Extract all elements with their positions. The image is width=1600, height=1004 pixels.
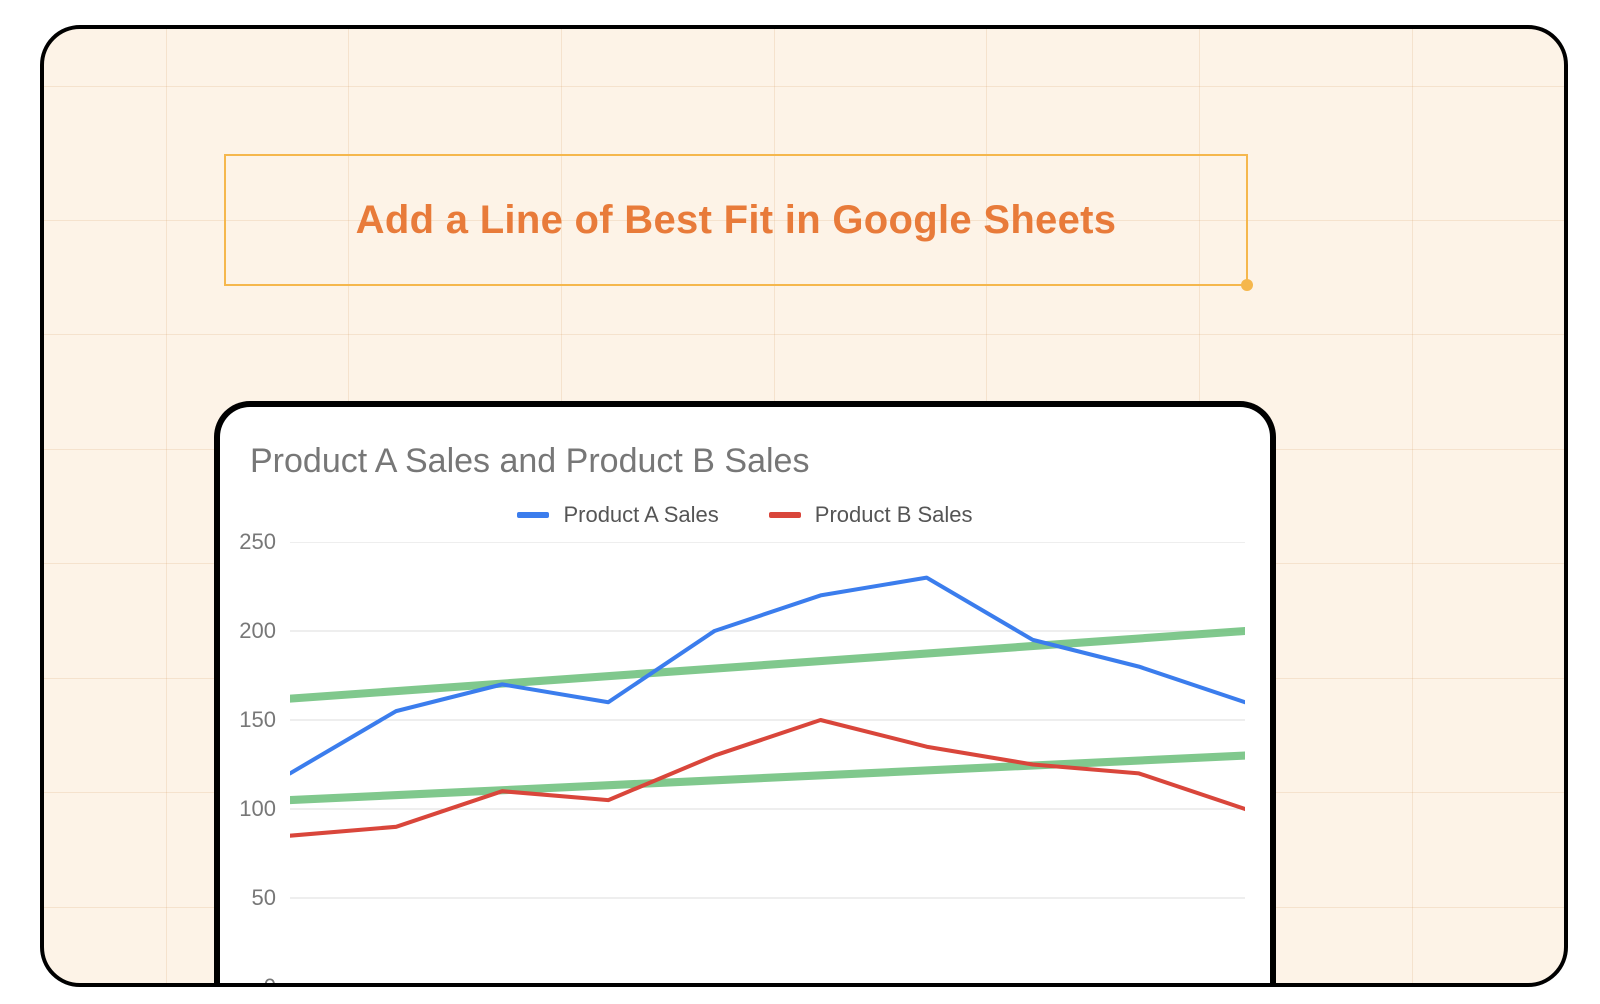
y-tick-label: 100 <box>239 796 276 822</box>
y-tick-label: 50 <box>252 885 276 911</box>
y-tick-label: 150 <box>239 707 276 733</box>
legend-label-b: Product B Sales <box>815 502 973 528</box>
legend-label-a: Product A Sales <box>563 502 718 528</box>
y-tick-label: 200 <box>239 618 276 644</box>
y-tick-label: 0 <box>264 974 276 987</box>
spreadsheet-card: Add a Line of Best Fit in Google Sheets … <box>40 25 1568 987</box>
chart-legend: Product A Sales Product B Sales <box>220 502 1270 528</box>
chart-title: Product A Sales and Product B Sales <box>250 442 809 481</box>
legend-swatch-a <box>517 512 549 518</box>
page-title: Add a Line of Best Fit in Google Sheets <box>356 198 1117 243</box>
chart-plot-area: 050100150200250 <box>290 542 1245 987</box>
legend-item-a: Product A Sales <box>517 502 718 528</box>
chart-svg <box>290 542 1245 987</box>
title-cell[interactable]: Add a Line of Best Fit in Google Sheets <box>224 154 1248 286</box>
legend-item-b: Product B Sales <box>769 502 973 528</box>
legend-swatch-b <box>769 512 801 518</box>
selection-handle-icon[interactable] <box>1241 279 1253 291</box>
y-tick-label: 250 <box>239 529 276 555</box>
chart-panel[interactable]: Product A Sales and Product B Sales Prod… <box>214 401 1276 987</box>
